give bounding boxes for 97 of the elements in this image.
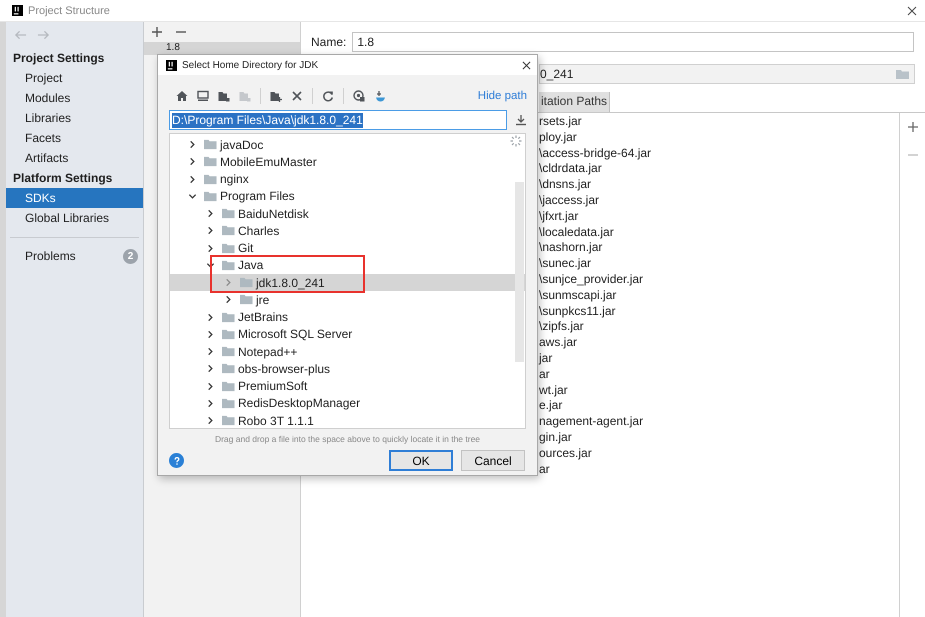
- path-entry[interactable]: nagement-agent.jar: [539, 414, 900, 430]
- sidebar-item[interactable]: Problems: [25, 249, 76, 263]
- path-entry[interactable]: \dnsns.jar: [539, 177, 900, 193]
- tree-item[interactable]: nginx: [170, 170, 525, 188]
- sidebar-item[interactable]: SDKs: [6, 188, 143, 208]
- folder-icon: [239, 90, 251, 102]
- scrollbar-thumb[interactable]: [515, 182, 524, 362]
- path-field[interactable]: 0_241: [539, 64, 915, 84]
- path-entry[interactable]: \sunpkcs11.jar: [539, 304, 900, 320]
- path-entry[interactable]: \sunjce_provider.jar: [539, 272, 900, 288]
- tree-item[interactable]: MobileEmuMaster: [170, 153, 525, 170]
- path-entry[interactable]: \sunec.jar: [539, 256, 900, 272]
- hide-path-link[interactable]: Hide path: [478, 90, 527, 102]
- close-icon[interactable]: [907, 6, 917, 16]
- sidebar-item[interactable]: Libraries: [6, 108, 143, 128]
- home-icon[interactable]: [176, 90, 188, 102]
- sidebar-item[interactable]: Facets: [6, 128, 143, 148]
- path-entry[interactable]: \jaccess.jar: [539, 192, 900, 209]
- tree-item[interactable]: Microsoft SQL Server: [170, 326, 525, 343]
- app-icon: [12, 5, 23, 16]
- folder-icon: [222, 415, 235, 426]
- path-entry[interactable]: ar: [539, 366, 900, 383]
- path-entry[interactable]: ploy.jar: [539, 130, 900, 146]
- folder-icon: [204, 139, 217, 150]
- path-entry[interactable]: \zipfs.jar: [539, 319, 900, 336]
- sidebar-item[interactable]: Artifacts: [6, 148, 143, 168]
- path-entry[interactable]: wt.jar: [539, 382, 900, 398]
- add-icon[interactable]: [908, 122, 918, 132]
- refresh-icon[interactable]: [322, 90, 334, 102]
- sidebar-item[interactable]: Global Libraries: [6, 208, 143, 228]
- delete-icon[interactable]: [291, 90, 303, 102]
- name-label: Name:: [311, 35, 346, 49]
- tab[interactable]: itation Paths: [539, 92, 610, 112]
- tree-item[interactable]: obs-browser-plus: [170, 360, 525, 378]
- folder-icon: [204, 174, 217, 185]
- folder-icon: [222, 225, 235, 236]
- cancel-button[interactable]: Cancel: [461, 450, 525, 471]
- loading-spinner-icon: [510, 135, 522, 147]
- hint-text: Drag and drop a file into the space above to quickly locate it in the tree: [214, 433, 482, 446]
- download-icon[interactable]: [515, 114, 527, 126]
- path-entry[interactable]: \sunmscapi.jar: [539, 288, 900, 304]
- folder-icon: [222, 208, 235, 220]
- path-entry[interactable]: \access-bridge-64.jar: [539, 146, 900, 162]
- path-entry[interactable]: \cldrdata.jar: [539, 161, 900, 178]
- path-entry[interactable]: \jfxrt.jar: [539, 208, 900, 225]
- path-entry[interactable]: ar: [539, 462, 900, 478]
- folder-icon: [222, 312, 235, 323]
- tree-item[interactable]: Charles: [170, 222, 525, 240]
- monitor-icon[interactable]: [197, 90, 209, 102]
- tree-item[interactable]: javaDoc: [170, 136, 525, 154]
- add-icon[interactable]: [152, 27, 162, 37]
- folder-icon: [222, 328, 235, 340]
- path-entry[interactable]: e.jar: [539, 398, 900, 414]
- tree-item[interactable]: PremiumSoft: [170, 378, 525, 395]
- path-entry[interactable]: \localedata.jar: [539, 224, 900, 240]
- new-folder-icon[interactable]: [270, 90, 282, 102]
- folder-icon: [240, 277, 253, 288]
- tree-item[interactable]: Program Files: [170, 188, 525, 205]
- sdk-list-item[interactable]: 1.8: [144, 42, 300, 55]
- path-input-field[interactable]: D:\Program Files\Java\jdk1.8.0_241: [169, 110, 507, 130]
- window-title: Project Structure: [28, 4, 110, 16]
- tree-item[interactable]: jdk1.8.0_241: [170, 274, 525, 292]
- folder-icon[interactable]: [218, 90, 230, 102]
- sidebar-item[interactable]: Modules: [6, 88, 143, 108]
- tree-item[interactable]: jre: [170, 291, 525, 308]
- tree-item[interactable]: JetBrains: [170, 308, 525, 326]
- close-icon[interactable]: [522, 60, 531, 70]
- folder-icon: [222, 346, 235, 358]
- tree-item[interactable]: Notepad++: [170, 343, 525, 360]
- path-entry[interactable]: gin.jar: [539, 430, 900, 446]
- path-entry[interactable]: ources.jar: [539, 446, 900, 462]
- folder-icon: [222, 398, 235, 409]
- sidebar-item[interactable]: Project: [6, 68, 143, 88]
- path-entry[interactable]: \nashorn.jar: [539, 240, 900, 256]
- tree-item[interactable]: BaiduNetdisk: [170, 205, 525, 222]
- path-entry[interactable]: jar: [539, 350, 900, 367]
- tree-item[interactable]: RedisDesktopManager: [170, 394, 525, 412]
- dialog-title: Select Home Directory for JDK: [182, 60, 318, 70]
- folder-icon: [240, 294, 253, 306]
- folder-icon: [222, 363, 235, 374]
- name-field[interactable]: 1.8: [352, 32, 914, 52]
- count-badge: 2: [123, 248, 138, 264]
- folder-icon: [204, 156, 217, 168]
- ok-button[interactable]: OK: [389, 450, 453, 471]
- cup-icon[interactable]: [374, 90, 386, 102]
- folder-icon: [204, 190, 217, 202]
- eye-icon[interactable]: [353, 90, 365, 102]
- path-entry[interactable]: aws.jar: [539, 335, 900, 351]
- path-entry[interactable]: rsets.jar: [539, 114, 900, 130]
- folder-icon: [222, 242, 235, 254]
- section-heading: Project Settings: [12, 50, 104, 67]
- folder-icon: [222, 380, 235, 392]
- folder-icon: [222, 260, 235, 271]
- app-icon: [166, 60, 177, 70]
- section-heading: Platform Settings: [12, 170, 112, 187]
- tree-item[interactable]: Robo 3T 1.1.1: [170, 412, 525, 428]
- tree-item[interactable]: Git: [170, 240, 525, 257]
